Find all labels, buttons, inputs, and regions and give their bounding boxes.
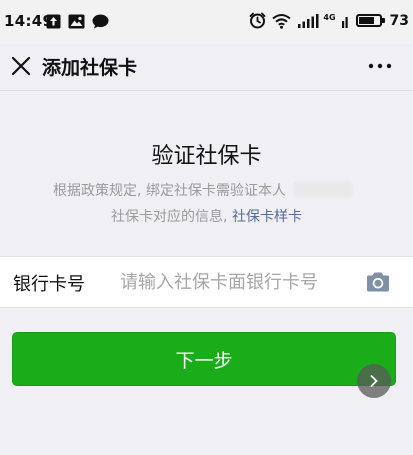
chat-icon [92, 14, 109, 29]
description-text-2: 社保卡对应的信息, [111, 209, 228, 225]
sample-card-link[interactable]: 社保卡样卡 [232, 209, 302, 225]
alarm-icon [249, 12, 266, 29]
description-text-1: 根据政策规定, 绑定社保卡需验证本人 [53, 183, 286, 199]
status-bar: 14:49 4G 73 [0, 0, 413, 44]
battery-icon [355, 14, 385, 27]
wifi-icon [272, 13, 292, 29]
page-title: 添加社保卡 [42, 57, 138, 79]
floating-arrow-button[interactable] [357, 364, 391, 398]
battery-percentage: 73 [389, 12, 409, 29]
camera-icon[interactable] [365, 271, 391, 293]
upload-icon [46, 14, 61, 29]
close-icon[interactable] [8, 53, 34, 79]
redacted-name [293, 182, 352, 197]
card-number-row: 银行卡号 [0, 256, 413, 308]
navigation-bar: 添加社保卡 [0, 44, 413, 91]
network-type-label: 4G [323, 13, 336, 22]
signal-icon [298, 13, 319, 28]
chevron-right-icon [370, 375, 378, 387]
verification-description: 根据政策规定, 绑定社保卡需验证本人 社保卡对应的信息, 社保卡样卡 [20, 178, 393, 230]
signal-icon-secondary [341, 16, 348, 28]
more-icon[interactable] [367, 56, 393, 76]
card-number-label: 银行卡号 [13, 274, 85, 295]
battery-level-fill [358, 17, 374, 24]
gallery-icon [68, 14, 85, 29]
notification-icons [46, 14, 109, 29]
next-step-button[interactable]: 下一步 [12, 332, 396, 386]
card-number-input[interactable] [118, 266, 354, 298]
system-icons: 4G 73 [249, 12, 409, 29]
section-heading: 验证社保卡 [151, 144, 262, 169]
